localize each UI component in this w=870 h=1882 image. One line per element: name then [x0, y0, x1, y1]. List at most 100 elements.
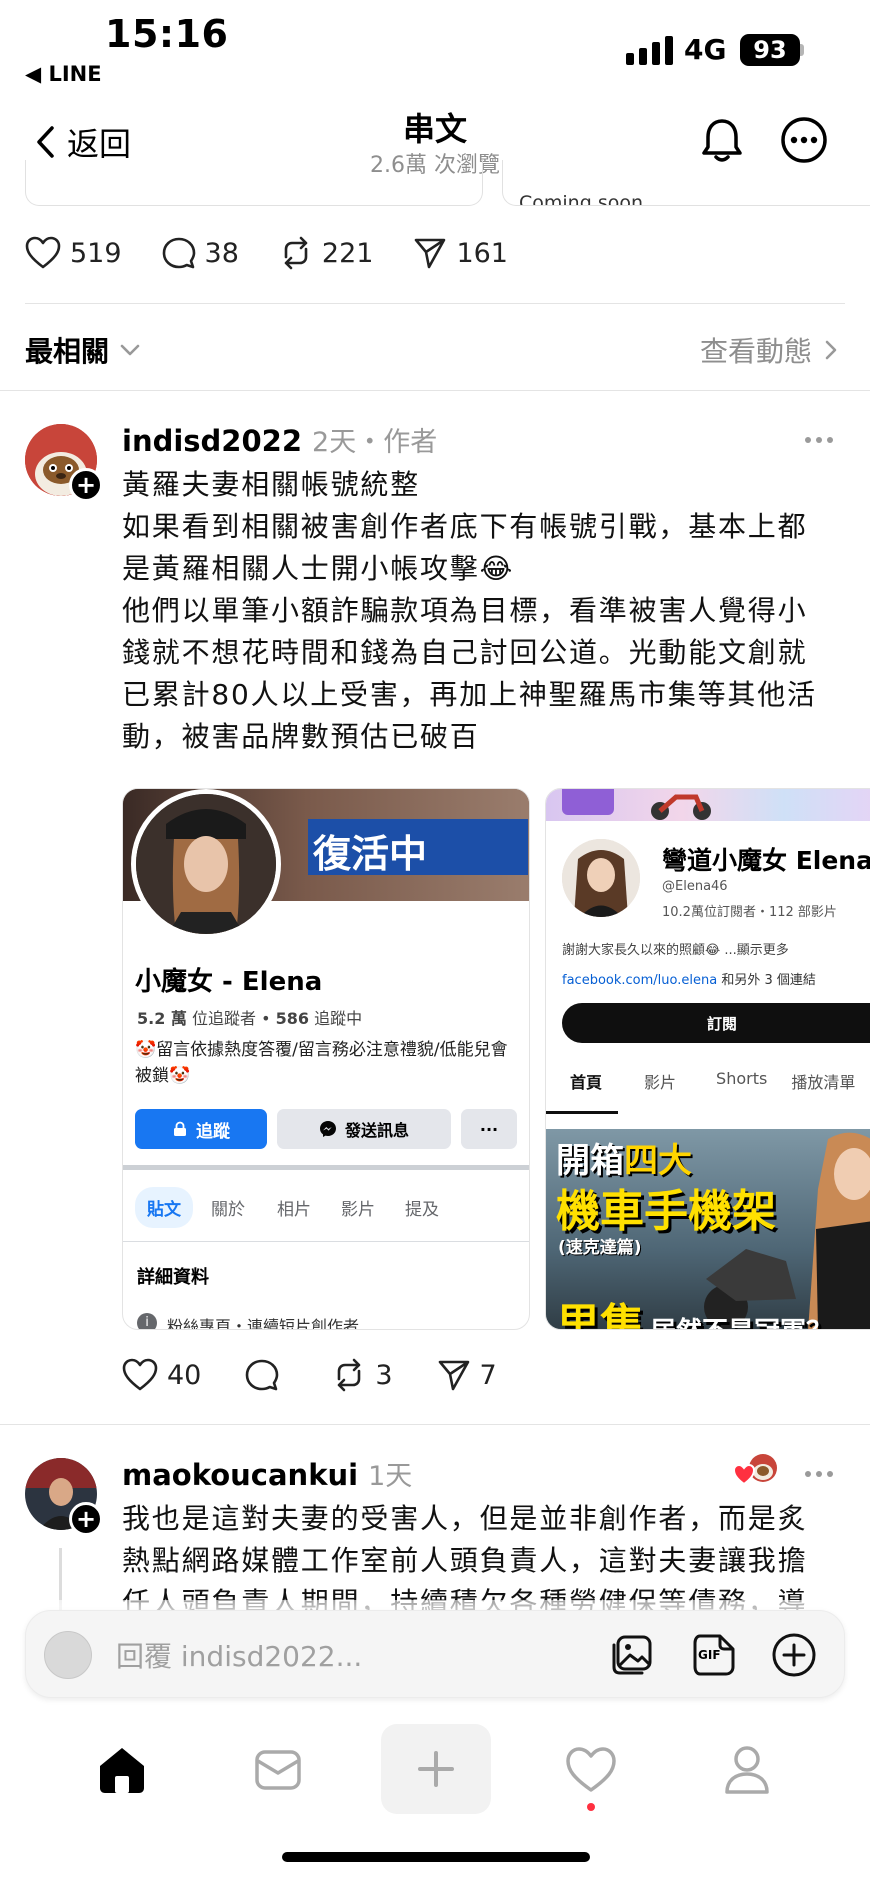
fb-follow-button[interactable]: 追蹤 — [135, 1109, 267, 1149]
text-line: 熱點網路媒體工作室前人頭負責人，這對夫妻讓我擔 — [122, 1544, 808, 1577]
signal-icon — [626, 33, 673, 65]
like-count: 519 — [70, 237, 122, 269]
profile-image — [136, 794, 276, 934]
yt-link[interactable]: facebook.com/luo.elena — [562, 973, 717, 988]
username[interactable]: indisd2022 — [122, 424, 302, 458]
post-more-button[interactable] — [805, 1471, 833, 1477]
yt-tab-shorts[interactable]: Shorts — [702, 1069, 781, 1114]
fb-follow-label: 追蹤 — [196, 1121, 230, 1142]
repost-button[interactable]: 3 — [332, 1358, 393, 1392]
tab-inbox[interactable] — [253, 1745, 303, 1795]
share-button[interactable]: 161 — [413, 236, 508, 270]
tab-new-post[interactable] — [381, 1724, 491, 1814]
my-avatar — [44, 1631, 92, 1679]
yt-tab-playlists[interactable]: 播放清單 — [781, 1069, 865, 1114]
yt-tab-videos[interactable]: 影片 — [618, 1069, 702, 1114]
liked-by-author-icon — [732, 1454, 777, 1486]
main-post-media-card-2[interactable]: Coming soon — [502, 160, 870, 206]
reply-text: 我也是這對夫妻的受害人，但是並非創作者，而是炙 熱點網路媒體工作室前人頭負責人，… — [122, 1498, 852, 1610]
main-post-media-card[interactable] — [25, 160, 483, 206]
fb-tab-videos[interactable]: 影片 — [325, 1187, 391, 1228]
author-liked-badge — [732, 1452, 779, 1488]
back-to-line-link[interactable]: ◀ LINE — [25, 62, 102, 86]
repost-count: 221 — [321, 237, 374, 269]
repost-icon — [284, 236, 308, 270]
fb-tabs: 貼文 關於 相片 影片 提及 — [135, 1187, 453, 1228]
reply-header: indisd2022 2天・作者 — [122, 420, 437, 459]
bell-icon — [702, 119, 742, 162]
like-count: 40 — [167, 1359, 202, 1391]
thumb-title-2: 機車手機架 — [556, 1186, 776, 1237]
fb-tab-posts[interactable]: 貼文 — [135, 1187, 193, 1228]
repost-count: 3 — [375, 1359, 393, 1391]
heart-icon — [25, 236, 61, 269]
fb-tab-about[interactable]: 關於 — [193, 1187, 263, 1228]
lock-icon — [174, 1121, 186, 1136]
comment-button[interactable]: 38 — [162, 236, 239, 270]
reply-text: 黃羅夫妻相關帳號統整 如果看到相關被害創作者底下有帳號引戰，基本上都 是黃羅相關… — [122, 464, 852, 758]
yt-avatar-image — [562, 839, 640, 917]
share-button[interactable]: 7 — [437, 1358, 497, 1392]
post-more-button[interactable] — [805, 437, 833, 443]
yt-description: 謝謝大家長久以來的照顧😂 ...顯示更多 — [562, 943, 789, 958]
tab-activity[interactable] — [565, 1746, 617, 1794]
sort-dropdown[interactable]: 最相關 — [25, 330, 141, 370]
text-line: 動，被害品牌數預估已破百 — [122, 720, 480, 753]
share-count: 161 — [456, 237, 508, 269]
youtube-screenshot[interactable]: 彎道小魔女 Elena @Elena46 10.2萬位訂閱者・112 部影片 謝… — [545, 788, 870, 1330]
yt-subscribe-button[interactable]: 訂閱 — [562, 1003, 870, 1043]
main-post-actions: 519 38 221 161 — [25, 236, 508, 270]
comment-icon — [162, 237, 195, 269]
text-line: 如果看到相關被害創作者底下有帳號引戰，基本上都 — [122, 510, 808, 543]
repost-button[interactable]: 221 — [279, 236, 374, 270]
reply-input[interactable]: 回覆 indisd2022... — [116, 1635, 362, 1675]
reply-composer[interactable]: 回覆 indisd2022... GIF — [25, 1610, 845, 1698]
notifications-button[interactable] — [696, 114, 748, 166]
like-button[interactable]: 40 — [122, 1358, 201, 1392]
cover-banner-text: 復活中 — [313, 832, 428, 876]
notification-dot — [587, 1803, 595, 1811]
tab-home[interactable] — [96, 1744, 148, 1796]
yt-tab-home[interactable]: 首頁 — [546, 1069, 619, 1114]
fb-tab-photos[interactable]: 相片 — [263, 1187, 325, 1228]
facebook-screenshot[interactable]: 復活中 小魔女 - Elena 5.2 萬 位追蹤者 • 586 追蹤中 🤡留言… — [122, 788, 530, 1330]
reply-actions: 40 3 7 — [122, 1358, 497, 1392]
fb-message-label: 發送訊息 — [344, 1121, 409, 1140]
yt-video-thumbnail[interactable]: 開箱四大 機車手機架 (速克達篇) 里隼居然不是冠軍？ — [546, 1129, 870, 1329]
text-line: 是黃羅相關人士開小帳攻擊😂 — [122, 552, 515, 585]
view-activity-link[interactable]: 查看動態 — [700, 330, 838, 370]
status-time: 15:16 — [105, 12, 229, 56]
comment-icon — [246, 1359, 279, 1391]
divider — [0, 1424, 870, 1425]
username[interactable]: maokoucankui — [122, 1458, 358, 1492]
yt-tabs: 首頁 影片 Shorts 播放清單 — [546, 1069, 865, 1114]
battery-tip — [800, 44, 804, 56]
yt-channel-name: 彎道小魔女 Elena — [662, 846, 870, 875]
text-line: 黃羅夫妻相關帳號統整 — [122, 468, 421, 501]
network-label: 4G — [684, 33, 727, 66]
like-button[interactable]: 519 — [25, 236, 122, 270]
fb-tab-mentions[interactable]: 提及 — [391, 1187, 453, 1228]
post-meta: 1天 — [368, 1461, 413, 1492]
thumb-title-4b: 居然不是冠軍？ — [650, 1317, 832, 1329]
send-icon — [415, 238, 446, 269]
fb-followers-label: 位追蹤者 • — [186, 1009, 276, 1028]
attach-image-button[interactable] — [608, 1631, 656, 1679]
more-options-button[interactable] — [778, 114, 830, 166]
tab-profile[interactable] — [722, 1744, 772, 1796]
fb-message-button[interactable]: 發送訊息 — [277, 1109, 451, 1149]
gif-button[interactable]: GIF — [690, 1631, 738, 1679]
fb-section-divider — [123, 1165, 529, 1170]
fb-bio: 🤡留言依據熱度答覆/留言務必注意禮貌/低能兒會被鎖🤡 — [135, 1040, 508, 1086]
fb-following-count: 586 — [275, 1009, 310, 1028]
fb-details-line: 粉絲專頁・連續短片創作者 — [167, 1317, 360, 1330]
text-line: 我也是這對夫妻的受害人，但是並非創作者，而是炙 — [122, 1502, 808, 1535]
fb-more-button[interactable]: ··· — [461, 1109, 517, 1149]
follow-plus-button[interactable]: + — [69, 1502, 103, 1536]
follow-plus-button[interactable]: + — [69, 468, 103, 502]
comment-button[interactable] — [245, 1358, 288, 1392]
fb-following-label: 追蹤中 — [309, 1009, 363, 1028]
motorcycle-icon — [651, 794, 711, 820]
divider — [123, 1241, 529, 1242]
add-button[interactable] — [770, 1631, 818, 1679]
